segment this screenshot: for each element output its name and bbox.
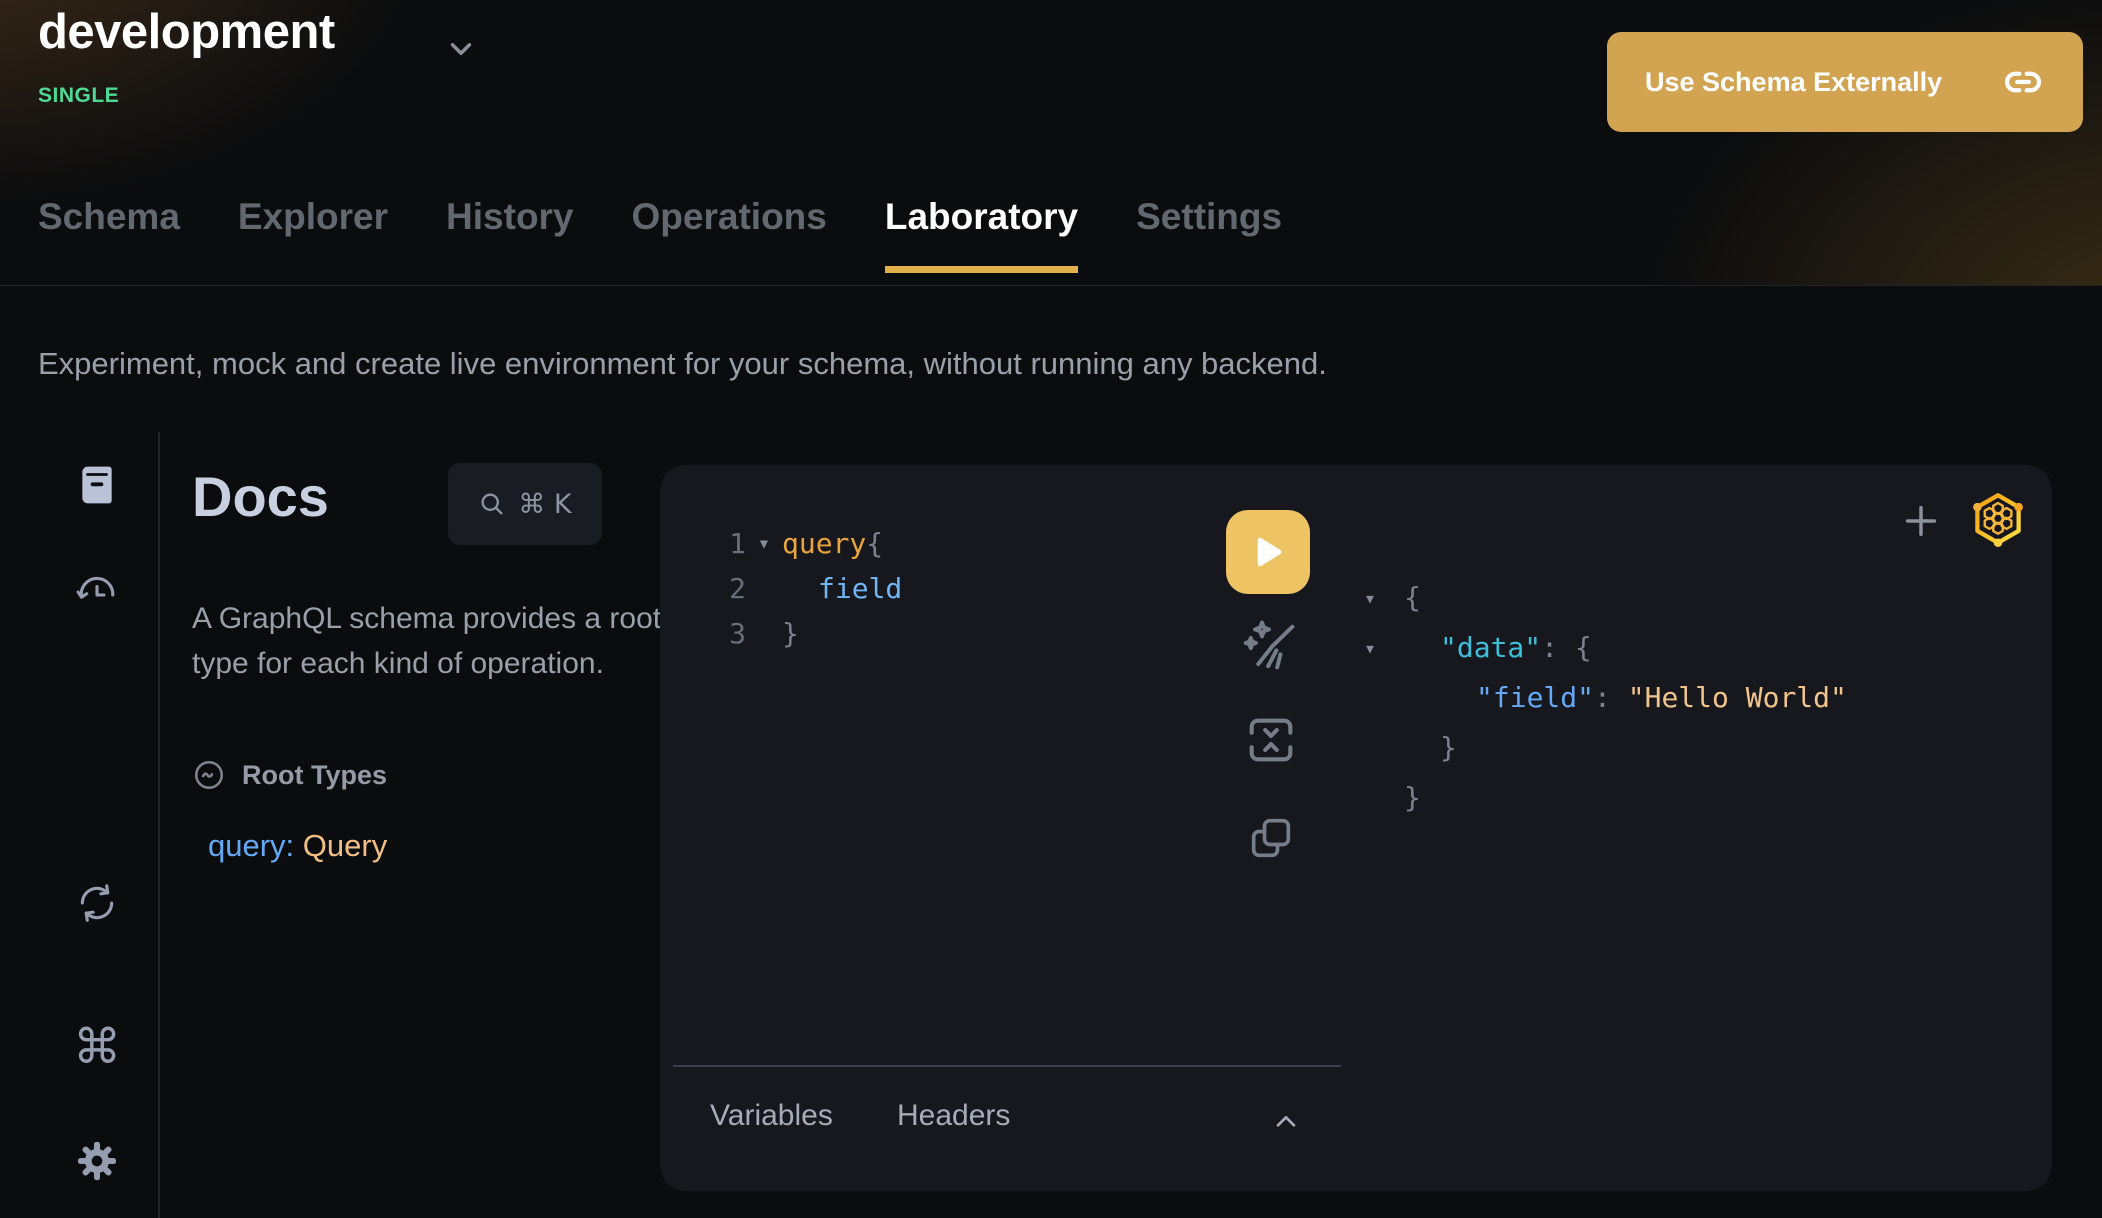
line-number: 2	[660, 566, 746, 611]
tab-variables[interactable]: Variables	[710, 1099, 833, 1133]
editor-line: 2field	[660, 566, 902, 611]
request-tools-divider	[673, 1065, 1341, 1067]
execute-query-button[interactable]	[1226, 510, 1310, 594]
fold-arrow-icon[interactable]: ▾	[1360, 573, 1404, 623]
tab-history[interactable]: History	[446, 196, 573, 273]
response-line: }	[1360, 773, 1847, 823]
use-schema-externally-button[interactable]: Use Schema Externally	[1607, 32, 2083, 132]
chevron-up-icon	[1266, 1106, 1306, 1138]
play-icon	[1249, 533, 1287, 571]
response-line: ▾"data": {	[1360, 623, 1847, 673]
prettify-icon	[1238, 615, 1302, 679]
laboratory-page: development SINGLE Use Schema Externally…	[0, 0, 2102, 1218]
line-number: 1	[660, 521, 746, 566]
merge-icon	[1242, 711, 1300, 769]
merge-fragments-button[interactable]	[1242, 711, 1300, 769]
chevron-down-icon[interactable]	[444, 32, 478, 66]
page-header: development SINGLE Use Schema Externally…	[0, 0, 2102, 286]
query-editor[interactable]: 1▾query{ 2field 3}	[660, 521, 902, 656]
docs-description: A GraphQL schema provides a root type fo…	[192, 596, 664, 686]
fold-arrow-icon[interactable]: ▾	[746, 521, 782, 566]
keyboard-shortcuts-icon[interactable]: ⌘	[70, 1020, 124, 1074]
response-line: }	[1360, 723, 1847, 773]
add-tab-button[interactable]	[1898, 498, 1944, 544]
copy-query-button[interactable]	[1245, 812, 1297, 864]
hive-logo	[1968, 489, 2028, 549]
copy-icon	[1245, 812, 1297, 864]
reload-schema-icon[interactable]	[70, 876, 124, 930]
plus-icon	[1898, 498, 1944, 544]
editor-line: 1▾query{	[660, 521, 902, 566]
history-icon[interactable]	[70, 568, 124, 622]
collapse-editor-tools-button[interactable]	[1264, 1105, 1308, 1141]
root-types-label: Root Types	[242, 760, 387, 791]
root-type-field-name: query	[208, 828, 286, 863]
tab-explorer[interactable]: Explorer	[238, 196, 388, 273]
environment-badge: SINGLE	[38, 84, 119, 108]
tab-settings[interactable]: Settings	[1136, 196, 1282, 273]
project-name[interactable]: development	[38, 4, 335, 60]
response-line: ▾{	[1360, 573, 1847, 623]
search-icon	[478, 490, 506, 518]
root-types-icon	[192, 758, 226, 792]
fold-arrow-icon[interactable]: ▾	[1360, 623, 1404, 673]
root-type-query-link[interactable]: query: Query	[208, 828, 387, 864]
root-types-section: Root Types	[192, 758, 387, 792]
use-schema-label: Use Schema Externally	[1645, 67, 1942, 98]
tab-operations[interactable]: Operations	[632, 196, 827, 273]
rail-divider	[158, 432, 160, 1218]
search-shortcut-label: ⌘ K	[518, 489, 571, 520]
tab-laboratory[interactable]: Laboratory	[885, 196, 1078, 273]
docs-panel-title: Docs	[192, 464, 329, 529]
link-icon	[2001, 60, 2045, 104]
response-line: "field": "Hello World"	[1360, 673, 1847, 723]
response-viewer: ▾{ ▾"data": { "field": "Hello World" } }	[1360, 573, 1847, 823]
tab-headers[interactable]: Headers	[897, 1099, 1010, 1133]
tab-schema[interactable]: Schema	[38, 196, 180, 273]
root-type-type-link[interactable]: Query	[303, 828, 387, 863]
page-subtitle: Experiment, mock and create live environ…	[38, 346, 1327, 382]
editor-line: 3}	[660, 611, 902, 656]
main-tabs: Schema Explorer History Operations Labor…	[38, 196, 1282, 273]
graphiql-panel: 1▾query{ 2field 3}	[660, 465, 2052, 1191]
settings-gear-icon[interactable]	[70, 1134, 124, 1188]
docs-book-icon[interactable]	[70, 458, 124, 512]
docs-search-button[interactable]: ⌘ K	[448, 463, 602, 545]
prettify-query-button[interactable]	[1238, 615, 1302, 679]
line-number: 3	[660, 611, 746, 656]
